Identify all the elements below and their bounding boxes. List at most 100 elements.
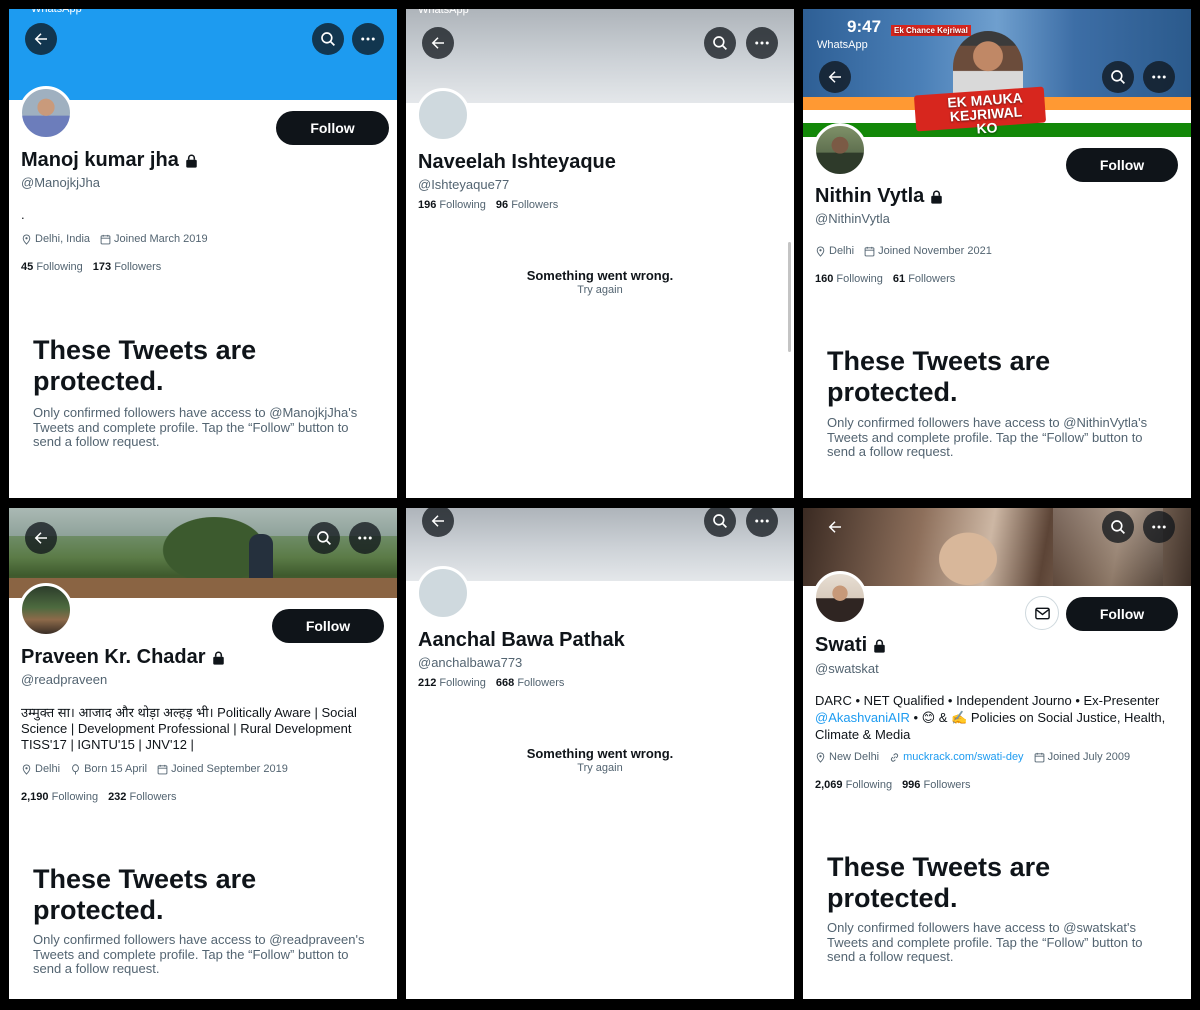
protected-title: These Tweets are protected. xyxy=(827,346,1051,407)
avatar[interactable] xyxy=(813,571,867,625)
search-button[interactable] xyxy=(1102,61,1134,93)
more-button[interactable] xyxy=(349,522,381,554)
following-link[interactable]: 196 Following xyxy=(418,199,486,211)
status-back-app[interactable]: WhatsApp xyxy=(817,39,868,51)
back-button[interactable] xyxy=(819,61,851,93)
profile-handle: @readpraveen xyxy=(21,672,108,687)
profile-name-text: Naveelah Ishteyaque xyxy=(418,151,616,173)
profile-banner xyxy=(9,508,397,598)
profile-name: Aanchal Bawa Pathak xyxy=(418,629,625,652)
link-icon xyxy=(891,752,899,762)
lock-icon xyxy=(212,651,225,665)
protected-title: These Tweets are protected. xyxy=(33,335,257,396)
profile-panel-praveen: Follow Praveen Kr. Chadar @readpraveen उ… xyxy=(9,508,397,999)
website-item[interactable]: muckrack.com/swati-dey xyxy=(889,751,1024,763)
profile-name-text: Swati xyxy=(815,634,868,656)
profile-panel-aanchal: Aanchal Bawa Pathak @anchalbawa773 212 F… xyxy=(406,508,794,999)
error-message: Something went wrong. Try again xyxy=(406,746,794,774)
joined-item: Joined September 2019 xyxy=(157,763,288,775)
followers-link[interactable]: 61 Followers xyxy=(893,273,955,285)
more-icon xyxy=(755,41,769,45)
profile-name-text: Aanchal Bawa Pathak xyxy=(418,629,625,651)
profile-name-text: Nithin Vytla xyxy=(815,185,925,207)
try-again-link[interactable]: Try again xyxy=(406,762,794,774)
location-icon xyxy=(22,233,31,245)
scrollbar[interactable] xyxy=(788,242,791,352)
search-icon xyxy=(1111,70,1125,84)
born-item: Born 15 April xyxy=(70,763,147,775)
follow-button[interactable]: Follow xyxy=(276,111,389,145)
avatar[interactable] xyxy=(19,86,73,140)
followers-link[interactable]: 173 Followers xyxy=(93,261,162,273)
joined-item: Joined March 2019 xyxy=(100,233,208,245)
profile-name: Nithin Vytla xyxy=(815,185,943,208)
search-icon xyxy=(713,514,727,528)
search-button[interactable] xyxy=(312,23,344,55)
followers-link[interactable]: 996 Followers xyxy=(902,779,971,791)
status-back-app[interactable]: WhatsApp xyxy=(418,9,469,16)
profile-name: Manoj kumar jha xyxy=(21,149,198,172)
profile-name-text: Manoj kumar jha xyxy=(21,149,179,171)
back-button[interactable] xyxy=(25,522,57,554)
error-message: Something went wrong. Try again xyxy=(406,268,794,296)
profile-meta: New Delhi muckrack.com/swati-dey Joined … xyxy=(815,751,1130,763)
back-arrow-icon xyxy=(34,532,47,544)
profile-handle: @Ishteyaque77 xyxy=(418,177,510,192)
profile-panel-naveelah: WhatsApp Naveelah Ishteyaque @Ishteyaque… xyxy=(406,9,794,498)
search-button[interactable] xyxy=(1102,511,1134,543)
search-icon xyxy=(1111,520,1125,534)
location-item: Delhi xyxy=(815,245,854,257)
back-button[interactable] xyxy=(25,23,57,55)
calendar-icon xyxy=(157,764,168,774)
banner-person xyxy=(249,534,273,582)
follow-counts: 212 Following 668 Followers xyxy=(418,677,564,689)
more-icon xyxy=(361,37,375,41)
profile-bio: DARC • NET Qualified • Independent Journ… xyxy=(815,692,1175,743)
location-text: Delhi xyxy=(829,245,855,257)
followers-link[interactable]: 96 Followers xyxy=(496,199,558,211)
following-link[interactable]: 160 Following xyxy=(815,273,883,285)
follow-counts: 196 Following 96 Followers xyxy=(418,199,558,211)
website-link[interactable]: muckrack.com/swati-dey xyxy=(903,751,1023,763)
protected-body: Only confirmed followers have access to … xyxy=(827,920,1143,964)
profile-name: Naveelah Ishteyaque xyxy=(418,151,616,174)
bio-mention-link[interactable]: @AkashvaniAIR xyxy=(815,710,910,725)
status-back-app[interactable]: WhatsApp xyxy=(31,9,82,15)
profile-banner xyxy=(406,9,794,103)
avatar[interactable] xyxy=(19,583,73,637)
protected-body: Only confirmed followers have access to … xyxy=(33,405,358,449)
follow-button[interactable]: Follow xyxy=(272,609,384,643)
following-link[interactable]: 2,190 Following xyxy=(21,791,98,803)
search-button[interactable] xyxy=(308,522,340,554)
try-again-link[interactable]: Try again xyxy=(406,284,794,296)
followers-link[interactable]: 668 Followers xyxy=(496,677,565,689)
back-arrow-icon xyxy=(34,33,47,45)
location-icon xyxy=(22,763,31,775)
joined-text: Joined September 2019 xyxy=(171,763,288,775)
location-item: Delhi xyxy=(21,763,60,775)
avatar[interactable] xyxy=(813,123,867,177)
more-button[interactable] xyxy=(1143,511,1175,543)
more-button[interactable] xyxy=(1143,61,1175,93)
back-arrow-icon xyxy=(431,37,444,49)
following-link[interactable]: 45 Following xyxy=(21,261,83,273)
message-button[interactable] xyxy=(1025,596,1059,630)
avatar[interactable] xyxy=(416,88,470,142)
follow-button[interactable]: Follow xyxy=(1066,597,1178,631)
back-button[interactable] xyxy=(819,511,851,543)
back-arrow-icon xyxy=(828,71,841,83)
following-link[interactable]: 212 Following xyxy=(418,677,486,689)
more-button[interactable] xyxy=(352,23,384,55)
back-arrow-icon xyxy=(828,521,841,533)
following-link[interactable]: 2,069 Following xyxy=(815,779,892,791)
followers-link[interactable]: 232 Followers xyxy=(108,791,177,803)
follow-button[interactable]: Follow xyxy=(1066,148,1178,182)
protected-title: These Tweets are protected. xyxy=(33,864,257,925)
error-title: Something went wrong. xyxy=(526,746,674,761)
location-item: New Delhi xyxy=(815,751,879,763)
search-button[interactable] xyxy=(704,27,736,59)
back-button[interactable] xyxy=(422,27,454,59)
avatar[interactable] xyxy=(416,566,470,620)
joined-item: Joined July 2009 xyxy=(1034,751,1130,763)
more-button[interactable] xyxy=(746,27,778,59)
